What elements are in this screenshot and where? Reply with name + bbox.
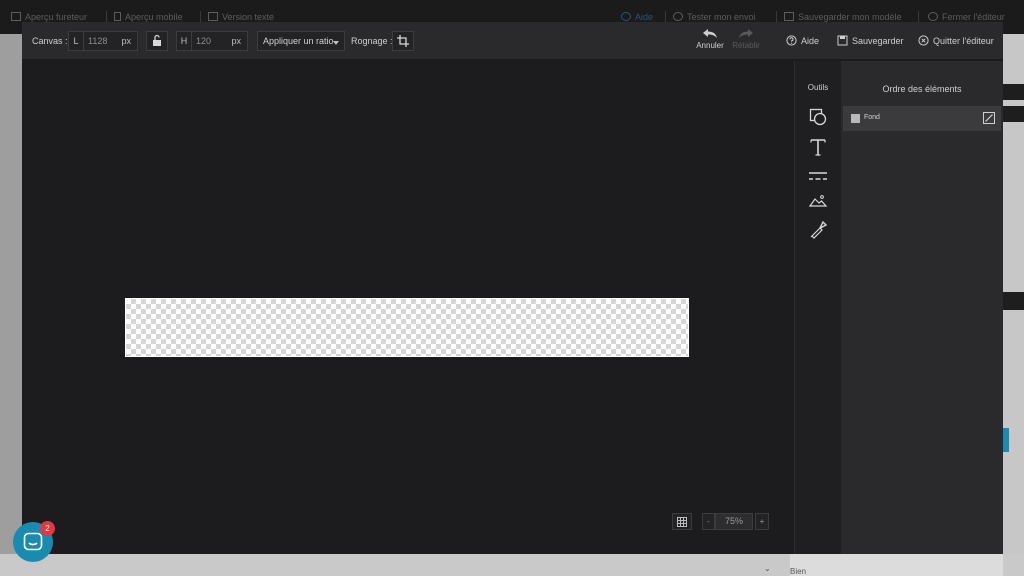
redo-icon: [739, 29, 753, 38]
help-icon: [786, 35, 797, 46]
background-left-area: [0, 34, 22, 576]
layer-name: Fond: [864, 114, 880, 121]
preview-browser-link[interactable]: Aperçu fureteur: [11, 12, 87, 22]
text-version-icon: [208, 12, 218, 21]
text-tool-button[interactable]: [808, 137, 828, 157]
layer-item[interactable]: Fond: [843, 106, 1001, 131]
save-icon: [837, 35, 848, 46]
ratio-select[interactable]: Appliquer un ratio: [257, 31, 345, 51]
save-template-link[interactable]: Sauvegarder mon modèle: [784, 12, 902, 22]
edit-icon: [983, 112, 995, 124]
layers-title: Ordre des éléments: [882, 84, 962, 94]
canvas-workspace[interactable]: - 75% +: [22, 61, 794, 554]
height-unit: px: [231, 36, 241, 46]
chevron-down-icon: ⌄: [764, 564, 771, 573]
redo-button[interactable]: Rétablir: [731, 28, 761, 50]
eyedropper-icon: [810, 220, 828, 239]
undo-button[interactable]: Annuler: [695, 28, 725, 50]
edit-layer-button[interactable]: [983, 112, 995, 126]
editor-toolbar: Canvas : L 1128 px H 120 px Appliquer un…: [22, 22, 1003, 60]
undo-icon: [703, 29, 717, 38]
eyedropper-tool-button[interactable]: [808, 219, 828, 239]
image-editor: Canvas : L 1128 px H 120 px Appliquer un…: [22, 22, 1003, 554]
text-version-link[interactable]: Version texte: [208, 12, 274, 22]
preview-mobile-link[interactable]: Aperçu mobile: [114, 12, 183, 22]
help-link[interactable]: Aide: [621, 12, 653, 22]
zoom-in-button[interactable]: +: [755, 513, 769, 530]
grid-icon: [677, 517, 687, 527]
undo-label: Annuler: [696, 41, 724, 50]
help-button[interactable]: Aide: [786, 35, 819, 46]
background-accent: [1003, 428, 1009, 452]
height-field[interactable]: H 120 px: [176, 31, 248, 51]
text-icon: [810, 139, 826, 156]
background-text: Bien: [790, 567, 807, 576]
save-icon: [784, 12, 794, 21]
chat-icon: [23, 532, 43, 551]
chevron-down-icon: [333, 41, 339, 45]
lines-icon: [809, 172, 827, 180]
save-label: Sauvegarder: [852, 36, 904, 46]
close-editor-link[interactable]: Fermer l'éditeur: [928, 12, 1005, 22]
close-icon: [928, 12, 938, 21]
help-label: Aide: [801, 36, 820, 46]
quit-label: Quitter l'éditeur: [933, 36, 994, 46]
grid-toggle-button[interactable]: [672, 513, 692, 530]
check-icon: [673, 12, 683, 21]
unlock-icon: [153, 34, 161, 46]
save-button[interactable]: Sauvegarder: [837, 35, 904, 46]
image-tool-button[interactable]: [808, 191, 828, 211]
zoom-value: 75%: [715, 513, 753, 530]
width-field[interactable]: L 1128 px: [68, 31, 138, 51]
help-icon: [621, 12, 631, 21]
background-block: [1003, 106, 1024, 122]
crop-icon: [397, 35, 409, 47]
image-icon: [808, 195, 828, 207]
mobile-icon: [114, 12, 121, 21]
redo-label: Rétablir: [732, 41, 760, 50]
lines-tool-button[interactable]: [808, 167, 828, 187]
background-pane: [790, 554, 1003, 576]
monitor-icon: [11, 12, 21, 21]
tools-panel: Outils: [794, 61, 855, 554]
layers-panel: Ordre des éléments Fond: [841, 61, 1003, 554]
background-right-area: [1003, 34, 1024, 576]
height-input[interactable]: 120: [196, 36, 211, 46]
crop-button[interactable]: [392, 31, 414, 51]
background-block: [1003, 84, 1024, 100]
test-send-link[interactable]: Tester mon envoi: [673, 12, 756, 22]
crop-label: Rognage :: [351, 36, 393, 46]
tools-title: Outils: [807, 83, 829, 92]
shapes-icon: [809, 108, 827, 126]
quit-editor-button[interactable]: Quitter l'éditeur: [918, 35, 994, 46]
height-prefix: H: [177, 32, 192, 50]
width-unit: px: [121, 36, 131, 46]
image-canvas[interactable]: [125, 298, 689, 357]
notification-badge: 2: [40, 521, 55, 536]
shapes-tool-button[interactable]: [808, 107, 828, 127]
canvas-label: Canvas :: [32, 36, 68, 46]
close-icon: [918, 35, 929, 46]
width-input[interactable]: 1128: [88, 36, 107, 46]
ratio-select-value: Appliquer un ratio: [263, 36, 334, 46]
background-bottom-area: ⌄ Bien: [0, 554, 1024, 576]
zoom-out-button[interactable]: -: [702, 513, 715, 530]
lock-ratio-button[interactable]: [146, 31, 168, 51]
background-block: [1003, 292, 1024, 310]
layer-color-swatch: [851, 114, 860, 123]
width-prefix: L: [69, 32, 84, 50]
